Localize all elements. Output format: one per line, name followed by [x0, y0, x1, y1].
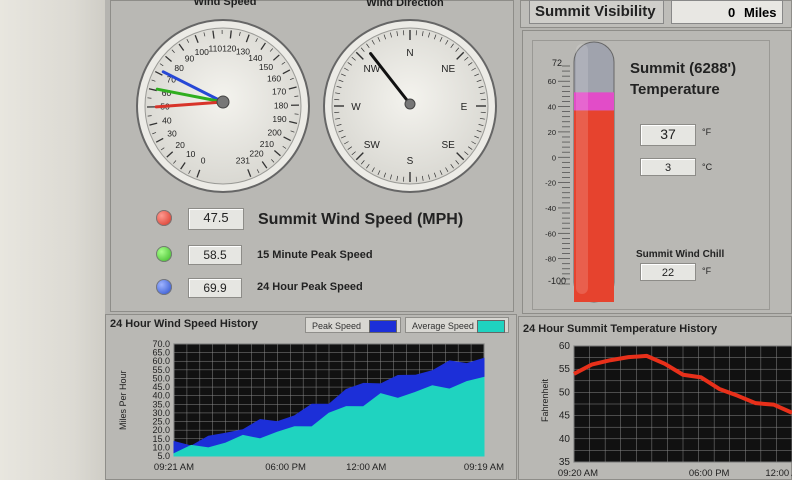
temp-y-tick: 60	[559, 341, 571, 352]
thermo-tick-label: 40	[548, 103, 556, 112]
wind-history-title: 24 Hour Wind Speed History	[110, 318, 258, 330]
direction-label: N	[406, 48, 413, 59]
temperature-f-unit: °F	[702, 127, 712, 137]
wind-x-tick: 12:00 AM	[346, 462, 386, 473]
current-speed-label: Summit Wind Speed (MPH)	[258, 211, 464, 228]
wind-direction-title: Wind Direction	[366, 0, 444, 9]
legend-peak-swatch	[369, 320, 397, 333]
direction-label: SE	[442, 140, 456, 151]
speed-tick-label: 40	[162, 116, 172, 126]
speed-tick-label: 30	[167, 129, 177, 139]
thermo-tick-label: -20	[545, 179, 556, 188]
direction-label: W	[351, 102, 361, 113]
visibility-field: 0 Miles	[671, 0, 783, 24]
speed-tick-label: 100	[195, 47, 209, 57]
legend-peak-label: Peak Speed	[312, 321, 362, 331]
speed-tick	[229, 30, 232, 39]
windchill-unit: °F	[702, 266, 712, 276]
thermo-tick-label: 0	[552, 153, 556, 162]
legend-average[interactable]: Average Speed	[405, 317, 509, 333]
speed-tick-label: 160	[267, 73, 281, 83]
wind-speed-gauge: 0102030405060708090100110120130140150160…	[136, 19, 310, 193]
wind-direction-gauge: NNEESESSWWNW	[323, 19, 497, 193]
speed-tick-label: 20	[175, 140, 185, 150]
visibility-unit: Miles	[744, 5, 777, 20]
direction-label: SW	[364, 140, 381, 151]
temp-y-tick: 45	[559, 411, 571, 422]
thermo-tick-label: -80	[545, 255, 556, 264]
direction-label: E	[461, 102, 468, 113]
temperature-c-unit: °C	[702, 162, 713, 172]
temp-y-tick: 50	[559, 387, 571, 398]
temp-history-ylabel: Fahrenheit	[540, 378, 550, 422]
thermo-tick-label: -60	[545, 229, 556, 238]
speed-tick-label: 0	[201, 156, 206, 166]
current-speed-indicator: 47.5	[188, 208, 244, 230]
wind-x-tick: 09:21 AM	[154, 462, 194, 473]
wind-history-ylabel: Miles Per Hour	[118, 370, 128, 430]
legend-peak[interactable]: Peak Speed	[305, 317, 401, 333]
temp-y-tick: 55	[559, 364, 571, 375]
visibility-label: Summit Visibility	[529, 0, 664, 24]
temp-y-tick: 35	[559, 457, 571, 468]
wind-speed-title: Wind Speed	[193, 0, 257, 8]
temp-x-tick: 12:00 AM	[765, 468, 792, 479]
wind-y-tick: 5.0	[157, 451, 170, 461]
windchill-label: Summit Wind Chill	[636, 249, 725, 260]
thermo-tick-label: 20	[548, 128, 556, 137]
temperature-f-indicator: 37	[640, 124, 696, 146]
direction-label: NE	[441, 64, 455, 75]
thermo-tick-max: 72	[552, 58, 563, 68]
speed-tick-label: 150	[259, 62, 273, 72]
speed-tick-label: 190	[272, 114, 286, 124]
thermo-tick-min: -100	[548, 276, 567, 286]
speed-tick-label: 80	[174, 63, 184, 73]
speed-tick-label: 10	[186, 149, 196, 159]
speed-tick-label: 200	[268, 127, 282, 137]
thermo-tick-label: -40	[545, 204, 556, 213]
peak24-label: 24 Hour Peak Speed	[257, 281, 363, 293]
temp-x-tick: 09:20 AM	[558, 468, 598, 479]
temp-y-tick: 40	[559, 434, 571, 445]
speed-tick-label: 90	[185, 54, 195, 64]
windchill-indicator: 22	[640, 263, 696, 281]
thermometer: 60 40 20 0 -20 -40 -60 -80	[545, 41, 615, 303]
peak15-indicator: 58.5	[188, 245, 242, 265]
speed-tick-label: 110	[209, 44, 223, 54]
current-speed-led	[156, 210, 172, 226]
temperature-title-2: Temperature	[630, 81, 720, 98]
speed-tick-label: 120	[222, 43, 236, 53]
peak24-led	[156, 279, 172, 295]
legend-average-swatch	[477, 320, 505, 333]
peak24-indicator: 69.9	[188, 278, 242, 298]
wind-x-tick: 09:19 AM	[464, 462, 504, 473]
temp-history-title: 24 Hour Summit Temperature History	[523, 323, 718, 335]
speed-tick-label: 170	[272, 86, 286, 96]
direction-label: S	[407, 156, 414, 167]
temp-x-tick: 06:00 PM	[689, 468, 730, 479]
peak15-led	[156, 246, 172, 262]
speed-tick-label: 180	[274, 100, 288, 110]
thermo-tick-label: 60	[548, 77, 556, 86]
speed-tick-label: 231	[236, 156, 250, 166]
speed-tick-label: 220	[249, 148, 263, 158]
background-wall	[0, 0, 105, 480]
visibility-value: 0	[728, 5, 736, 20]
temperature-title-1: Summit (6288')	[630, 60, 737, 77]
legend-average-label: Average Speed	[412, 321, 474, 331]
wind-x-tick: 06:00 PM	[265, 462, 306, 473]
temperature-c-indicator: 3	[640, 158, 696, 176]
wind-history-chart: 70.065.060.055.050.045.040.035.030.025.0…	[152, 339, 504, 473]
peak15-label: 15 Minute Peak Speed	[257, 249, 373, 261]
temp-history-chart: 60 55 50 45 40 3509:20 AM 06:00 PM 12:00 AM	[558, 341, 792, 479]
